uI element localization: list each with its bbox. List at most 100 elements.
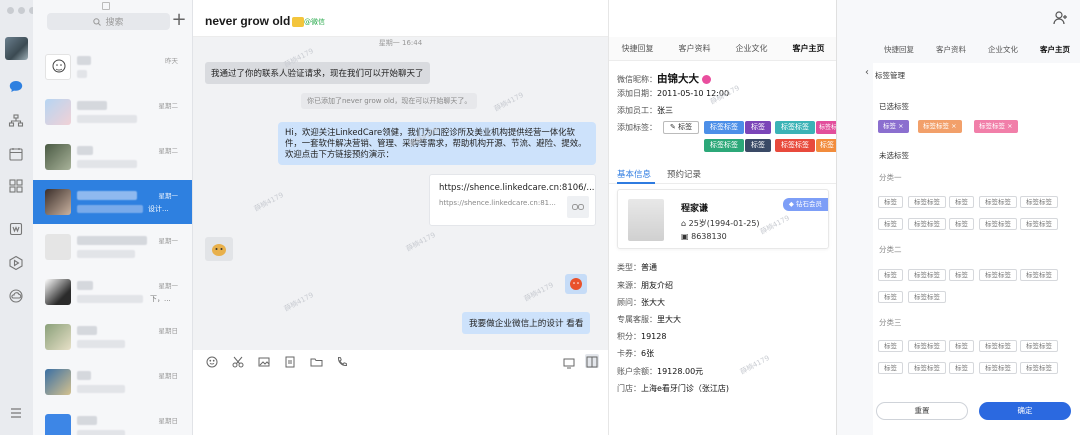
tab-customer-info[interactable]: 客户资料 bbox=[666, 37, 723, 60]
tag-option[interactable]: 标签标签 bbox=[908, 340, 946, 352]
tab-customer-home[interactable]: 客户主页 bbox=[780, 37, 837, 60]
tag-option[interactable]: 标签标签 bbox=[979, 340, 1017, 352]
tag-option[interactable]: 标签标签 bbox=[979, 218, 1017, 230]
scissors-icon[interactable] bbox=[231, 355, 245, 369]
tag-option[interactable]: 标签标签 bbox=[979, 269, 1017, 281]
diamond-icon: ◆ bbox=[788, 200, 796, 208]
tab-basic-info[interactable]: 基本信息 bbox=[617, 168, 651, 180]
selected-tag[interactable]: 标签标签 × bbox=[918, 120, 962, 133]
selected-label: 已选标签 bbox=[879, 102, 909, 111]
confirm-button[interactable]: 确定 bbox=[979, 402, 1071, 420]
tab-quick-reply[interactable]: 快捷回复 bbox=[837, 37, 925, 61]
tag-option[interactable]: 标签 bbox=[878, 196, 903, 208]
tag-manager-body: 已选标签 标签 × 标签标签 × 标签标签 × 未选标签 分类一 标签 标签标签… bbox=[873, 85, 1080, 435]
selected-tag[interactable]: 标签标签 × bbox=[974, 120, 1018, 133]
cloud-icon[interactable] bbox=[6, 286, 26, 306]
back-icon[interactable]: ‹ bbox=[865, 67, 869, 78]
link-card[interactable]: https://shence.linkedcare.cn:8106/... ht… bbox=[429, 174, 596, 226]
tag-option[interactable]: 标签 bbox=[949, 340, 974, 352]
tag-option[interactable]: 标签 bbox=[949, 196, 974, 208]
list-item[interactable]: 星期日 bbox=[33, 360, 192, 404]
customer-tag[interactable]: 标签标签 bbox=[704, 139, 744, 152]
list-item[interactable]: 星期二 bbox=[33, 135, 192, 179]
list-item[interactable]: 星期一 bbox=[33, 225, 192, 269]
tag-option[interactable]: 标签标签 bbox=[908, 362, 946, 374]
tag-option[interactable]: 标签 bbox=[878, 340, 903, 352]
tag-option[interactable]: 标签标签 bbox=[1020, 362, 1058, 374]
avatar bbox=[45, 279, 71, 305]
emoji-icon[interactable] bbox=[205, 355, 219, 369]
tag-option[interactable]: 标签 bbox=[878, 218, 903, 230]
tag-option[interactable]: 标签标签 bbox=[908, 218, 946, 230]
list-item[interactable]: 星期日 bbox=[33, 315, 192, 359]
tag-option[interactable]: 标签标签 bbox=[1020, 196, 1058, 208]
contacts-icon[interactable] bbox=[6, 111, 26, 131]
search-input[interactable]: 搜索 bbox=[47, 13, 170, 30]
customer-tag[interactable]: 标签标签 bbox=[775, 139, 815, 152]
customer-tag[interactable]: 标签 bbox=[745, 139, 771, 152]
list-item[interactable]: 星期二 bbox=[33, 90, 192, 134]
layout-toggle-icon[interactable] bbox=[585, 354, 599, 368]
compose-icon[interactable] bbox=[102, 2, 110, 10]
reset-button[interactable]: 重置 bbox=[876, 402, 968, 420]
add-button[interactable]: + bbox=[171, 10, 187, 30]
tab-culture[interactable]: 企业文化 bbox=[977, 37, 1029, 61]
message-bubble[interactable]: 我通过了你的联系人验证请求，现在我们可以开始聊天了 bbox=[205, 62, 430, 84]
screen-icon[interactable] bbox=[563, 354, 577, 369]
tag-option[interactable]: 标签标签 bbox=[1020, 340, 1058, 352]
message-area[interactable]: 星期一 16:44 我通过了你的联系人验证请求，现在我们可以开始聊天了 你已添加… bbox=[193, 37, 608, 350]
avatar bbox=[45, 324, 71, 350]
tag-option[interactable]: 标签 bbox=[949, 362, 974, 374]
tag-option[interactable]: 标签标签 bbox=[908, 269, 946, 281]
calendar-icon[interactable] bbox=[6, 144, 26, 164]
tag-option[interactable]: 标签 bbox=[878, 362, 903, 374]
video-icon[interactable] bbox=[6, 253, 26, 273]
tab-quick-reply[interactable]: 快捷回复 bbox=[609, 37, 666, 60]
customer-tag[interactable]: 标签 bbox=[816, 139, 838, 152]
tab-customer-info[interactable]: 客户资料 bbox=[925, 37, 977, 61]
apps-icon[interactable] bbox=[6, 176, 26, 196]
tab-customer-home[interactable]: 客户主页 bbox=[1029, 37, 1080, 61]
image-icon[interactable] bbox=[257, 355, 271, 369]
chat-icon[interactable] bbox=[6, 77, 26, 97]
menu-icon[interactable] bbox=[6, 403, 26, 423]
tag-option[interactable]: 标签标签 bbox=[908, 291, 946, 303]
tags-label: 添加标签： bbox=[617, 123, 657, 132]
time-divider: 星期一 16:44 bbox=[378, 39, 423, 47]
tab-appointments[interactable]: 预约记录 bbox=[667, 168, 701, 180]
tag-option[interactable]: 标签 bbox=[949, 269, 974, 281]
search-icon bbox=[93, 17, 102, 26]
tag-option[interactable]: 标签标签 bbox=[979, 362, 1017, 374]
tag-manager-title: 标签管理 bbox=[875, 71, 905, 80]
member-card[interactable]: 程家谦 ⌂ 25岁(1994-01-25) ▣ 8638130 ◆ 钻石会员 bbox=[617, 189, 829, 249]
tag-option[interactable]: 标签标签 bbox=[1020, 269, 1058, 281]
add-contact-icon[interactable] bbox=[1053, 10, 1068, 29]
customer-tag[interactable]: 标签 bbox=[745, 121, 771, 134]
tag-option[interactable]: 标签标签 bbox=[1020, 218, 1058, 230]
message-bubble[interactable]: 我要做企业微信上的设计 看看 bbox=[462, 312, 591, 334]
add-tag-button[interactable]: ✎ 标签 bbox=[663, 121, 700, 134]
list-item-time: 星期日 bbox=[158, 372, 179, 380]
tag-option[interactable]: 标签 bbox=[878, 291, 903, 303]
list-item[interactable]: 星期日 bbox=[33, 405, 192, 435]
tag-manager-header: ‹ 标签管理 bbox=[865, 63, 1080, 85]
tag-option[interactable]: 标签标签 bbox=[979, 196, 1017, 208]
phone-icon[interactable] bbox=[335, 355, 349, 369]
file-icon[interactable] bbox=[283, 355, 297, 369]
list-item[interactable]: 星期一 下，... bbox=[33, 270, 192, 314]
customer-tag[interactable]: 标签标签 bbox=[704, 121, 744, 134]
group-label: 分类三 bbox=[879, 318, 902, 327]
tag-option[interactable]: 标签标签 bbox=[908, 196, 946, 208]
sticker-message[interactable] bbox=[205, 237, 233, 261]
tag-option[interactable]: 标签 bbox=[878, 269, 903, 281]
tab-culture[interactable]: 企业文化 bbox=[723, 37, 780, 60]
tag-option[interactable]: 标签 bbox=[949, 218, 974, 230]
folder-icon[interactable] bbox=[309, 355, 323, 369]
list-item[interactable]: 昨天 bbox=[33, 45, 192, 89]
avatar[interactable] bbox=[5, 37, 28, 60]
docs-icon[interactable] bbox=[6, 219, 26, 239]
customer-tag[interactable]: 标签标签 bbox=[775, 121, 815, 134]
selected-tag[interactable]: 标签 × bbox=[878, 120, 909, 133]
list-item-active[interactable]: 星期一 设计... bbox=[33, 180, 192, 224]
emoji-message[interactable] bbox=[565, 274, 587, 294]
